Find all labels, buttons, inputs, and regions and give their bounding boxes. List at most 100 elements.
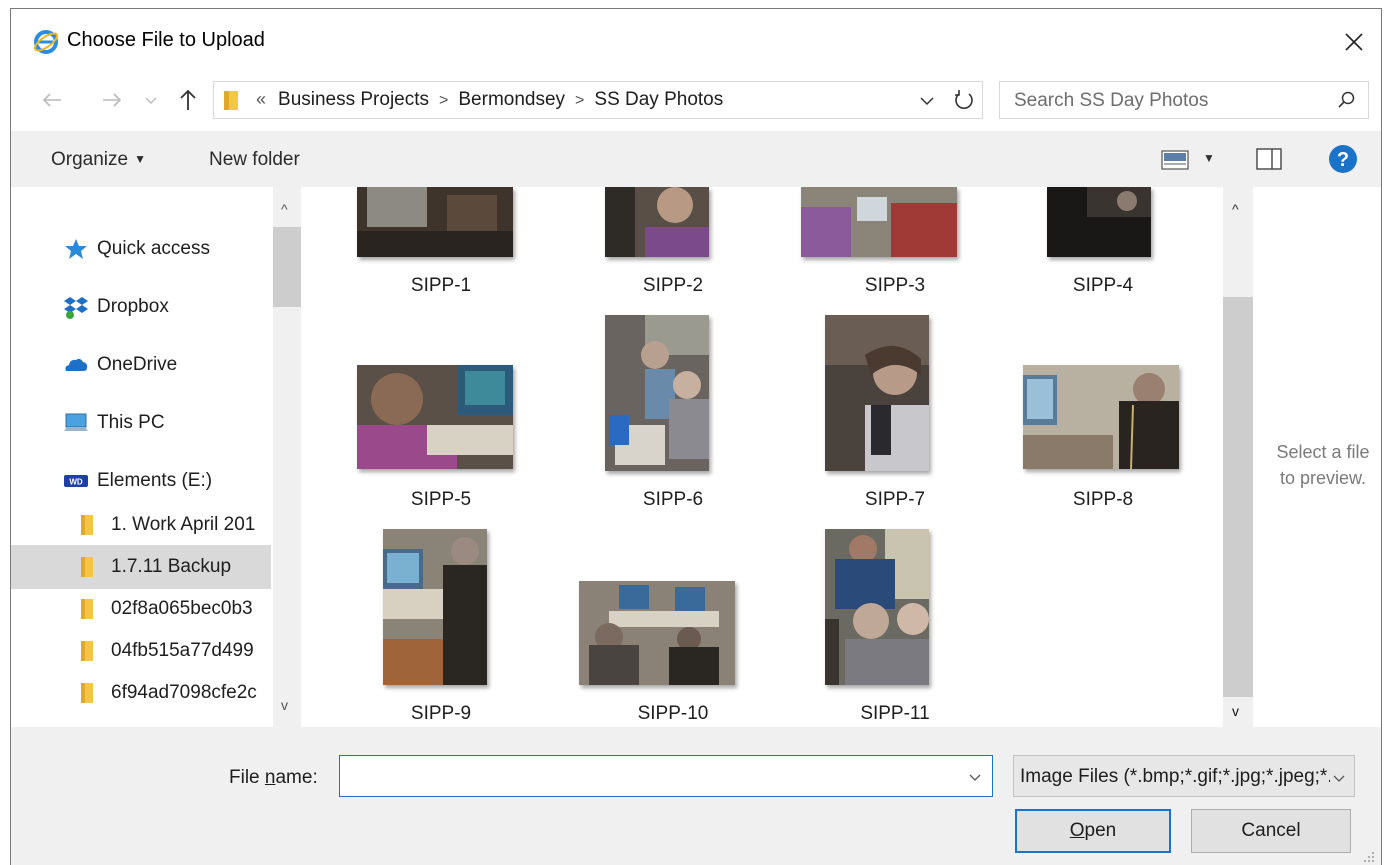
- breadcrumb-separator[interactable]: >: [575, 92, 584, 110]
- folder-icon: [81, 599, 93, 619]
- nav-folder-item[interactable]: 6f94ad7098cfe2c: [11, 671, 271, 715]
- file-tile[interactable]: SIPP-3: [795, 187, 995, 296]
- nav-item-elements-drive[interactable]: WD Elements (E:): [11, 459, 271, 503]
- open-button[interactable]: Open: [1015, 809, 1171, 853]
- folder-icon: [81, 641, 93, 661]
- navigation-pane-scrollbar[interactable]: ^ v: [273, 187, 301, 727]
- file-tile[interactable]: SIPP-8: [1003, 315, 1203, 511]
- search-icon[interactable]: [1336, 90, 1356, 110]
- file-name: SIPP-8: [1072, 489, 1134, 510]
- file-tile[interactable]: SIPP-9: [341, 529, 541, 725]
- up-arrow-icon[interactable]: [175, 87, 201, 113]
- nav-folder-item[interactable]: 04fb515a77d499: [11, 629, 271, 673]
- nav-item-label: Quick access: [97, 238, 210, 259]
- nav-folder-label: 02f8a065bec0b3: [111, 598, 253, 619]
- photo-thumbnail: [383, 529, 487, 685]
- nav-folder-item[interactable]: 1. Work April 201: [11, 503, 271, 547]
- file-tile[interactable]: SIPP-4: [1003, 187, 1203, 296]
- file-type-select[interactable]: Image Files (*.bmp;*.gif;*.jpg;*.jpeg;*.…: [1013, 755, 1355, 797]
- search-box[interactable]: [999, 81, 1369, 119]
- nav-folder-item[interactable]: 02f8a065bec0b3: [11, 587, 271, 631]
- preview-line: Select a file: [1276, 442, 1370, 462]
- scrollbar-thumb[interactable]: [1223, 297, 1253, 697]
- nav-folder-item-partial[interactable]: [11, 715, 271, 727]
- photo-thumbnail: [1023, 365, 1179, 469]
- file-name-field[interactable]: [346, 762, 960, 792]
- refresh-icon[interactable]: [952, 88, 976, 112]
- file-name: SIPP-10: [637, 703, 709, 724]
- command-bar: Organize ▼ New folder ▼ ?: [11, 131, 1381, 187]
- file-tile[interactable]: SIPP-6: [573, 315, 773, 511]
- organize-label: Organize: [51, 149, 129, 170]
- preview-placeholder-text: Select a file to preview.: [1263, 439, 1381, 491]
- window-title: Choose File to Upload: [67, 29, 265, 51]
- file-name-combobox[interactable]: [339, 755, 993, 797]
- file-name: SIPP-11: [860, 703, 930, 724]
- folder-icon: [224, 91, 238, 110]
- dropbox-icon: [64, 297, 88, 319]
- nav-folder-label: 6f94ad7098cfe2c: [111, 682, 257, 703]
- help-icon[interactable]: ?: [1327, 143, 1359, 175]
- recent-locations-chevron-icon[interactable]: [143, 87, 159, 113]
- search-input[interactable]: [1012, 86, 1316, 116]
- preview-pane: Select a file to preview.: [1253, 187, 1381, 727]
- preview-pane-icon[interactable]: [1256, 147, 1282, 171]
- internet-explorer-icon: [33, 30, 59, 54]
- label-access-key: n: [264, 767, 276, 788]
- view-options-icon[interactable]: [1161, 149, 1191, 171]
- breadcrumb-item[interactable]: Business Projects: [278, 89, 429, 111]
- scrollbar-thumb[interactable]: [273, 227, 301, 307]
- address-dropdown-chevron-icon[interactable]: [918, 92, 936, 110]
- breadcrumb-item[interactable]: SS Day Photos: [594, 89, 723, 111]
- nav-item-quick-access[interactable]: Quick access: [11, 227, 271, 271]
- organize-menu-button[interactable]: Organize ▼: [51, 149, 146, 171]
- file-list-scrollbar[interactable]: ^ v: [1223, 187, 1253, 727]
- file-tile[interactable]: SIPP-7: [795, 315, 995, 511]
- file-type-value: Image Files (*.bmp;*.gif;*.jpg;*.jpeg;*.…: [1020, 766, 1330, 787]
- forward-arrow-icon[interactable]: [99, 87, 125, 113]
- photo-thumbnail: [357, 365, 513, 469]
- scroll-up-chevron-icon[interactable]: ^: [281, 201, 288, 217]
- file-dialog: Choose File to Upload «Business Projects…: [10, 8, 1382, 865]
- button-access-key: O: [1069, 820, 1085, 841]
- file-tile[interactable]: SIPP-2: [573, 187, 773, 296]
- label-part: File: [229, 767, 265, 788]
- chevron-down-icon[interactable]: [968, 770, 982, 784]
- nav-item-dropbox[interactable]: Dropbox: [11, 285, 271, 329]
- file-tile[interactable]: SIPP-10: [573, 529, 773, 725]
- file-name-label: File name:: [229, 767, 318, 789]
- nav-item-this-pc[interactable]: This PC: [11, 401, 271, 445]
- cancel-button[interactable]: Cancel: [1191, 809, 1351, 853]
- nav-folder-label: 04fb515a77d499: [111, 640, 254, 661]
- close-icon[interactable]: [1337, 25, 1371, 59]
- new-folder-button[interactable]: New folder: [209, 149, 300, 171]
- resize-grip-icon[interactable]: [1363, 851, 1375, 863]
- photo-thumbnail: [605, 187, 709, 257]
- dialog-footer: File name: Image Files (*.bmp;*.gif;*.jp…: [11, 727, 1381, 865]
- navigation-pane: Quick access Dropbox OneDrive This PC WD…: [11, 187, 303, 727]
- photo-thumbnail: [605, 315, 709, 471]
- view-options-caret-icon[interactable]: ▼: [1203, 151, 1215, 165]
- nav-folder-item-selected[interactable]: 1.7.11 Backup: [11, 545, 271, 589]
- breadcrumb-separator[interactable]: >: [439, 92, 448, 110]
- chevron-down-icon[interactable]: [1332, 771, 1346, 785]
- nav-item-onedrive[interactable]: OneDrive: [11, 343, 271, 387]
- nav-item-label: Dropbox: [97, 296, 169, 317]
- breadcrumb-overflow[interactable]: «: [256, 89, 266, 110]
- scroll-down-chevron-icon[interactable]: v: [1232, 703, 1239, 719]
- file-tile[interactable]: SIPP-5: [341, 315, 541, 511]
- photo-thumbnail: [357, 187, 513, 257]
- folder-icon: [81, 515, 93, 535]
- file-tile[interactable]: SIPP-11: [795, 529, 995, 725]
- back-arrow-icon[interactable]: [39, 87, 65, 113]
- scroll-up-chevron-icon[interactable]: ^: [1232, 201, 1239, 217]
- computer-icon: [64, 413, 88, 431]
- scroll-down-chevron-icon[interactable]: v: [281, 697, 288, 713]
- address-bar[interactable]: « Business Projects > Bermondsey > SS Day Pho…: [213, 81, 983, 119]
- file-name: SIPP-4: [1072, 275, 1134, 296]
- photo-thumbnail: [579, 581, 735, 685]
- file-tile[interactable]: SIPP-1: [341, 187, 541, 296]
- breadcrumb-item[interactable]: Bermondsey: [458, 89, 565, 111]
- file-name: SIPP-5: [410, 489, 472, 510]
- navigation-row: « Business Projects > Bermondsey > SS Day Pho…: [11, 77, 1381, 123]
